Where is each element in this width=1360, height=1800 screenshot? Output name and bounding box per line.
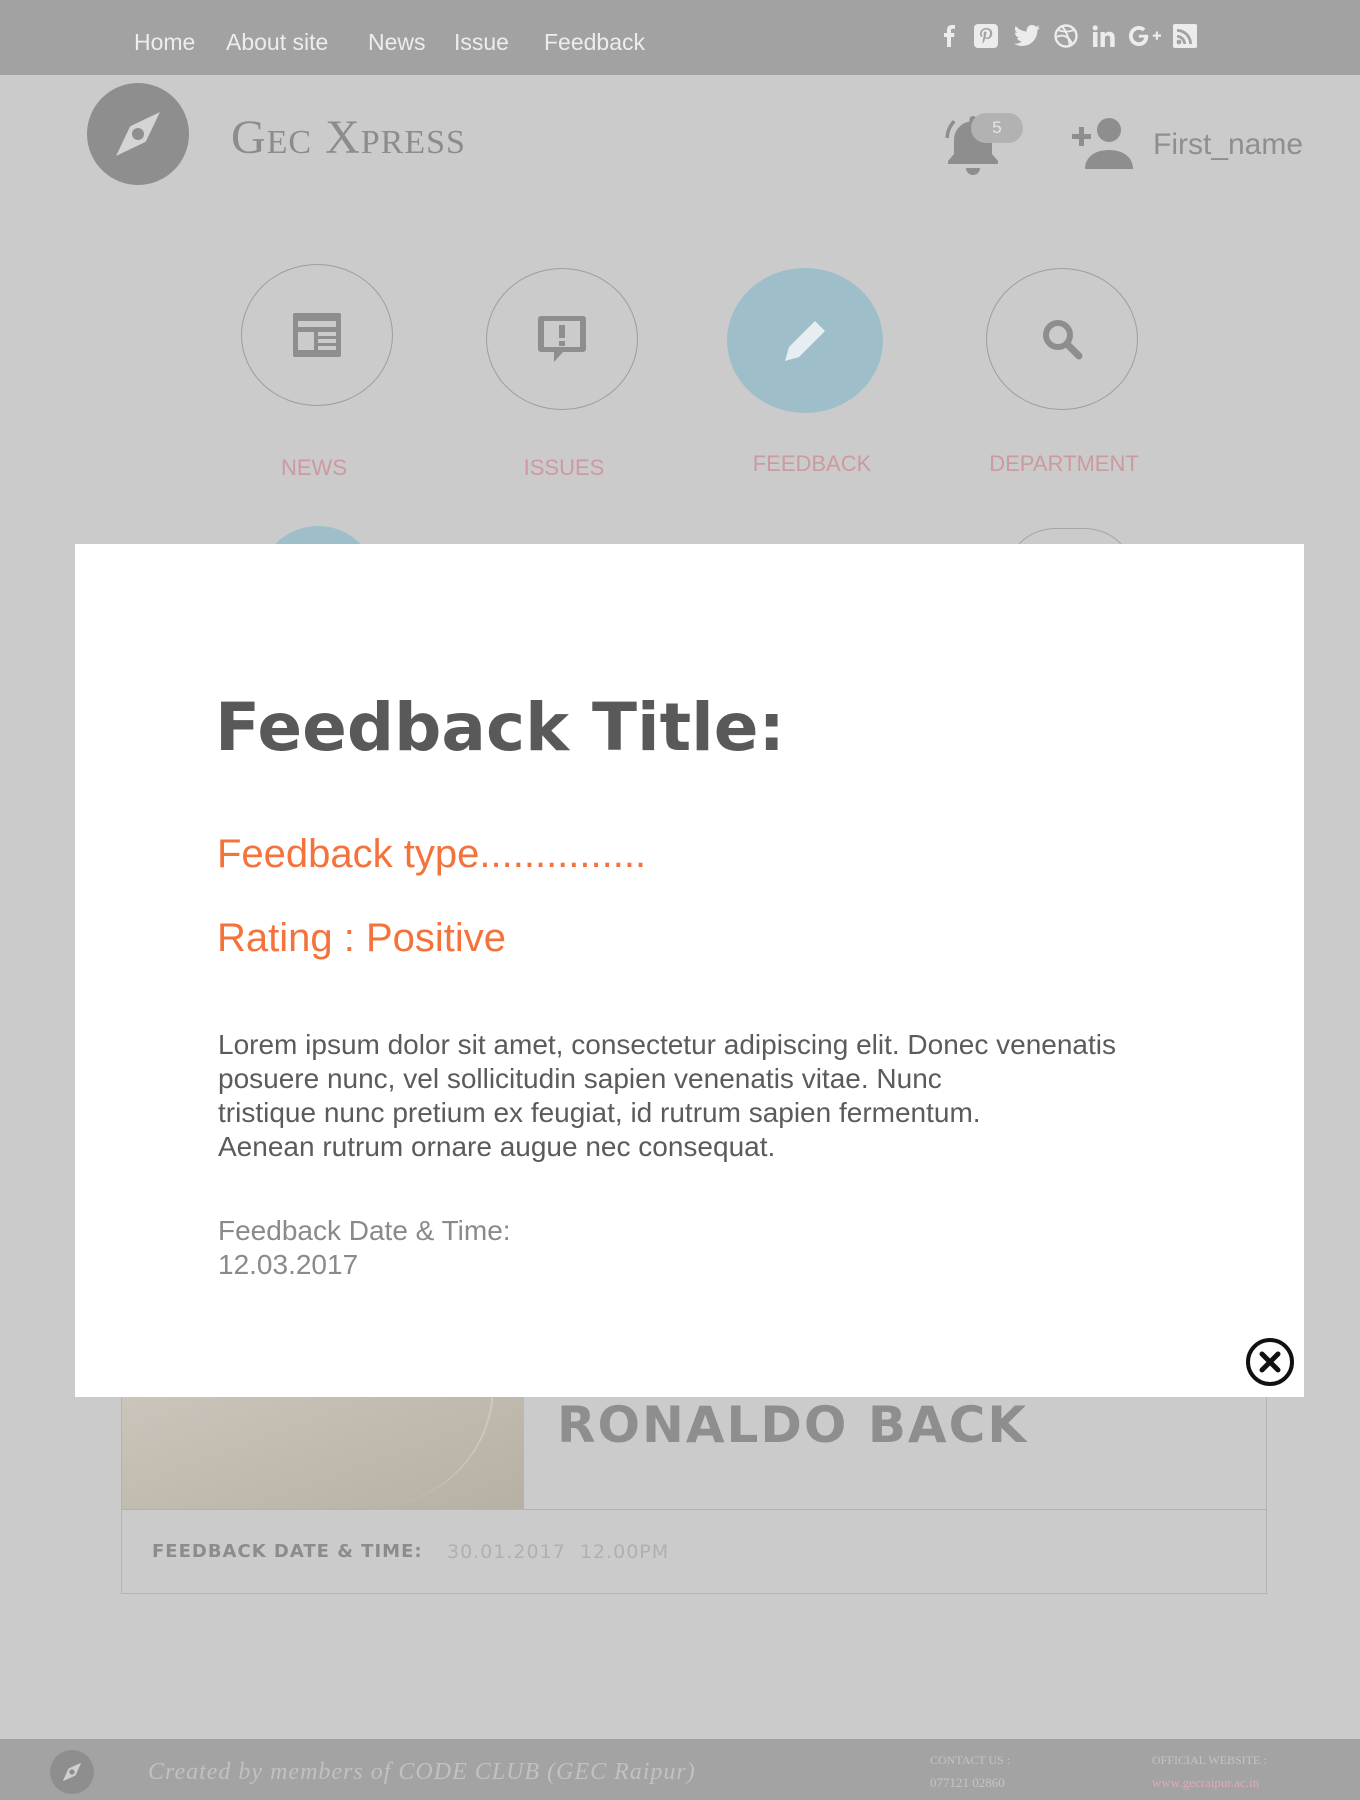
twitter-icon[interactable]: [1013, 22, 1041, 50]
contact-label: CONTACT US :: [930, 1753, 1011, 1767]
feedback-body-line: Aenean rutrum ornare augue nec consequat…: [218, 1131, 776, 1162]
category-feedback-label[interactable]: FEEDBACK: [702, 451, 922, 477]
feedback-body-line: Lorem ipsum dolor sit amet, consectetur …: [218, 1029, 1116, 1060]
category-issues-label[interactable]: ISSUES: [454, 455, 674, 481]
feedback-alert-icon: [538, 316, 586, 362]
nav-link-home[interactable]: Home: [134, 29, 195, 56]
feedback-date-label: Feedback Date & Time:: [218, 1215, 511, 1246]
dribbble-icon[interactable]: [1053, 22, 1079, 50]
rss-icon[interactable]: [1172, 22, 1198, 50]
pencil-icon: [785, 320, 825, 361]
category-feedback-button[interactable]: [727, 268, 883, 413]
contact-phone[interactable]: 077121 02860: [930, 1775, 1005, 1791]
linkedin-icon[interactable]: [1091, 22, 1117, 50]
site-logo[interactable]: [87, 83, 189, 185]
nav-link-issue[interactable]: Issue: [454, 29, 509, 56]
close-circle-icon: [1246, 1338, 1294, 1386]
category-news-button[interactable]: [241, 264, 393, 406]
close-modal-button[interactable]: [1245, 1337, 1295, 1387]
pinterest-icon[interactable]: [972, 22, 1000, 50]
site-title[interactable]: Gec Xpress: [231, 110, 466, 165]
nav-link-about-site[interactable]: About site: [226, 29, 328, 56]
newspaper-icon: [293, 313, 341, 357]
divider: [122, 1509, 1266, 1510]
footer-logo: [50, 1750, 94, 1794]
feedback-rating: Rating : Positive: [217, 916, 507, 960]
category-issues-button[interactable]: [486, 268, 638, 410]
feedback-date-value: 12.03.2017: [218, 1249, 359, 1280]
category-news-label[interactable]: NEWS: [204, 455, 424, 481]
news-card-date-label: FEEDBACK DATE & TIME:: [152, 1541, 423, 1562]
feedback-type: Feedback type...............: [217, 832, 647, 876]
add-user-icon[interactable]: [1071, 117, 1135, 169]
news-card-time: 12.00PM: [579, 1541, 670, 1563]
facebook-icon[interactable]: [940, 22, 958, 50]
feedback-body-line: tristique nunc pretium ex feugiat, id ru…: [218, 1097, 981, 1128]
category-department-label[interactable]: DEPARTMENT: [954, 451, 1174, 477]
feedback-body: Lorem ipsum dolor sit amet, consectetur …: [218, 1028, 1218, 1164]
search-icon: [1043, 320, 1083, 360]
google-plus-icon[interactable]: [1128, 22, 1162, 50]
page-footer: Created by members of CODE CLUB (GEC Rai…: [0, 1739, 1360, 1800]
website-link[interactable]: www.gecraipur.ac.in: [1152, 1775, 1259, 1791]
compass-icon: [116, 112, 160, 156]
website-label: OFFICIAL WEBSITE :: [1152, 1753, 1267, 1767]
news-card-date: 30.01.2017: [447, 1541, 566, 1563]
news-card-title: RONALDO BACK: [557, 1396, 1029, 1454]
feedback-detail-modal: Feedback Title: Feedback type...........…: [75, 544, 1304, 1397]
feedback-body-line: posuere nunc, vel sollicitudin sapien ve…: [218, 1063, 942, 1094]
nav-link-news[interactable]: News: [368, 29, 426, 56]
footer-credit: Created by members of CODE CLUB (GEC Rai…: [148, 1759, 696, 1785]
nav-link-feedback[interactable]: Feedback: [544, 29, 645, 56]
news-card-date-value: 30.01.2017 12.00PM: [447, 1541, 669, 1563]
notification-count-badge: 5: [971, 113, 1023, 143]
category-department-button[interactable]: [986, 268, 1138, 410]
feedback-title: Feedback Title:: [215, 689, 785, 766]
top-navigation-bar: Home About site News Issue Feedback: [0, 0, 1360, 75]
compass-icon: [62, 1762, 82, 1782]
username-label[interactable]: First_name: [1153, 128, 1303, 162]
